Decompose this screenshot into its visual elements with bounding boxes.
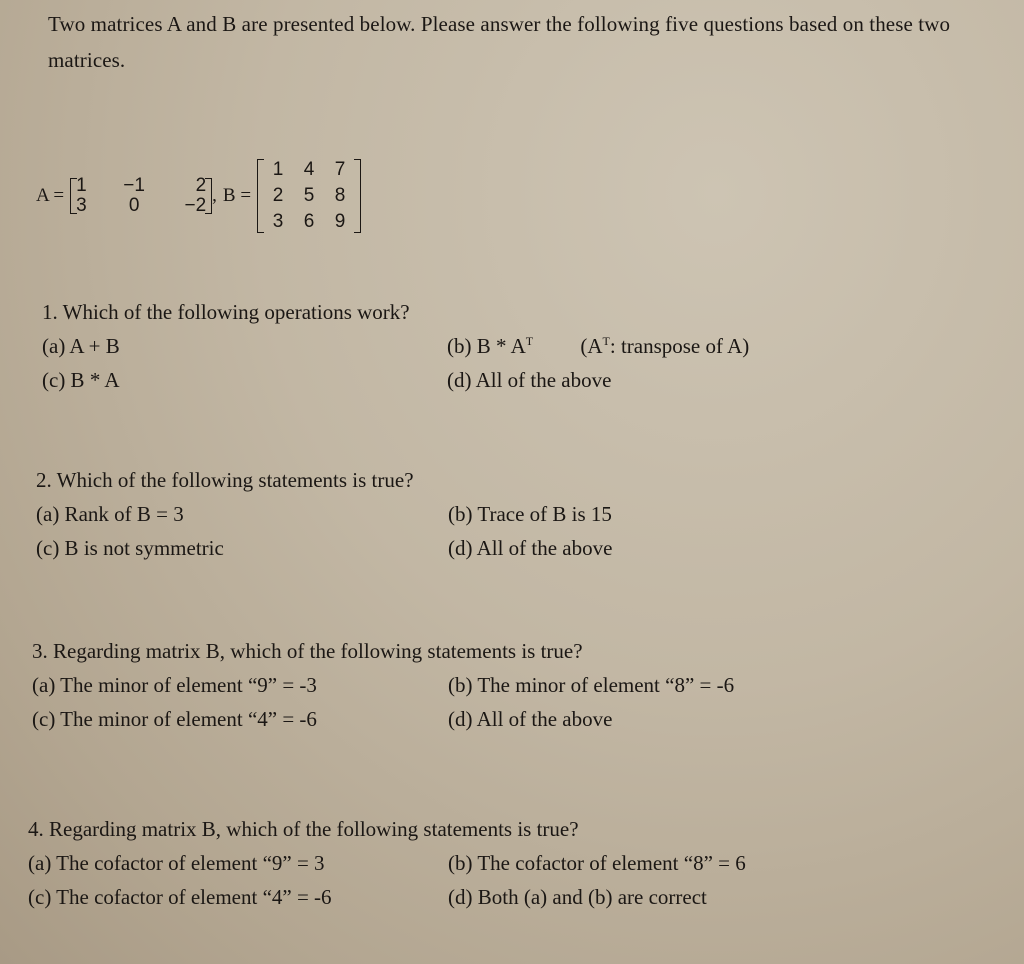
matrix-b-cell: 1 bbox=[272, 159, 284, 180]
matrix-b-cell: 3 bbox=[272, 211, 284, 232]
matrix-b-cell: 6 bbox=[303, 211, 315, 232]
matrix-a-label: A = bbox=[36, 185, 65, 206]
question-title: 3. Regarding matrix B, which of the foll… bbox=[32, 639, 583, 663]
option-c: (c) B * A bbox=[42, 368, 120, 392]
question-2: 2. Which of the following statements is … bbox=[36, 463, 936, 565]
matrix-b-cell: 5 bbox=[303, 185, 315, 206]
transpose-note: (AT: transpose of A) bbox=[580, 334, 749, 358]
option-b: (b) The cofactor of element “8” = 6 bbox=[448, 851, 746, 875]
option-d: (d) All of the above bbox=[447, 368, 612, 392]
option-c: (c) The minor of element “4” = -6 bbox=[32, 707, 317, 731]
question-1: 1. Which of the following operations wor… bbox=[42, 295, 942, 397]
matrix-b-cell: 2 bbox=[272, 185, 284, 206]
transpose-superscript: T bbox=[525, 334, 534, 348]
option-b: (b) Trace of B is 15 bbox=[448, 502, 612, 526]
option-b-text: (b) B * A bbox=[447, 334, 526, 358]
question-4: 4. Regarding matrix B, which of the foll… bbox=[28, 812, 928, 914]
matrix-b-label: B = bbox=[222, 185, 252, 206]
worksheet-page: Two matrices A and B are presented below… bbox=[0, 0, 1024, 964]
option-b: (b) The minor of element “8” = -6 bbox=[448, 673, 735, 697]
question-title: 1. Which of the following operations wor… bbox=[42, 300, 410, 324]
option-a: (a) A + B bbox=[42, 334, 120, 358]
matrix-b-cell: 4 bbox=[303, 159, 315, 180]
matrix-a-cell: 2 bbox=[195, 175, 207, 196]
matrix-a-cell: 3 bbox=[76, 195, 87, 216]
option-c: (c) B is not symmetric bbox=[36, 536, 224, 560]
option-a: (a) Rank of B = 3 bbox=[36, 502, 184, 526]
matrix-a-cell: 0 bbox=[128, 195, 140, 216]
option-c: (c) The cofactor of element “4” = -6 bbox=[28, 885, 332, 909]
matrix-b-cell: 7 bbox=[334, 159, 346, 180]
matrix-b: 1 4 7 2 5 8 3 6 9 bbox=[257, 157, 362, 235]
intro-text: Two matrices A and B are presented below… bbox=[48, 12, 951, 72]
transpose-note-pre: (A bbox=[580, 334, 603, 358]
matrix-a-cell: 1 bbox=[76, 175, 87, 196]
option-a: (a) The minor of element “9” = -3 bbox=[32, 673, 317, 697]
transpose-note-superscript: T bbox=[602, 334, 610, 348]
option-d: (d) Both (a) and (b) are correct bbox=[448, 885, 707, 909]
matrix-b-cell: 9 bbox=[334, 211, 346, 232]
question-title: 4. Regarding matrix B, which of the foll… bbox=[28, 817, 579, 841]
matrix-a-cell: −1 bbox=[123, 175, 145, 196]
matrix-b-cell: 8 bbox=[334, 185, 346, 206]
matrix-a-cell: −2 bbox=[184, 195, 207, 216]
option-a: (a) The cofactor of element “9” = 3 bbox=[28, 851, 325, 875]
question-3: 3. Regarding matrix B, which of the foll… bbox=[32, 634, 932, 736]
transpose-note-post: : transpose of A) bbox=[609, 334, 750, 358]
question-title: 2. Which of the following statements is … bbox=[36, 468, 414, 492]
option-b: (b) B * AT (AT: transpose of A) bbox=[447, 329, 749, 363]
option-d: (d) All of the above bbox=[448, 707, 613, 731]
matrix-a: 1 −1 2 3 0 −2 bbox=[70, 175, 213, 216]
matrix-definitions: A = 1 −1 2 3 0 −2 , B = 1 4 7 2 5 8 3 6 … bbox=[36, 154, 362, 238]
matrix-separator: , bbox=[212, 185, 217, 206]
option-d: (d) All of the above bbox=[448, 536, 613, 560]
